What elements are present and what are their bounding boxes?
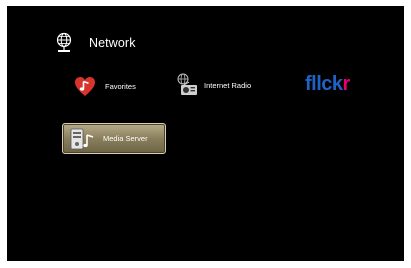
globe-radio-icon: [176, 73, 198, 97]
favorites-label: Favorites: [105, 81, 136, 91]
heart-music-note-icon: [74, 76, 96, 97]
internet-radio-label: Internet Radio: [204, 80, 252, 90]
favorites-menu-item[interactable]: Favorites: [74, 75, 136, 97]
flickr-logo-blue: fllck: [305, 73, 343, 95]
network-menu-screen: Network Favorites Internet Radio fllckr …: [7, 6, 404, 261]
flickr-logo-pink: r: [342, 73, 351, 95]
page-title: Network: [89, 36, 136, 50]
page-header: Network: [55, 32, 136, 54]
flickr-logo: fllckr: [305, 72, 350, 96]
media-server-menu-item[interactable]: Media Server: [62, 123, 166, 154]
internet-radio-menu-item[interactable]: Internet Radio: [176, 73, 251, 97]
media-server-icon: [70, 127, 98, 151]
globe-network-icon: [55, 32, 73, 54]
media-server-label: Media Server: [103, 134, 148, 143]
flickr-menu-item[interactable]: fllckr: [305, 72, 350, 96]
